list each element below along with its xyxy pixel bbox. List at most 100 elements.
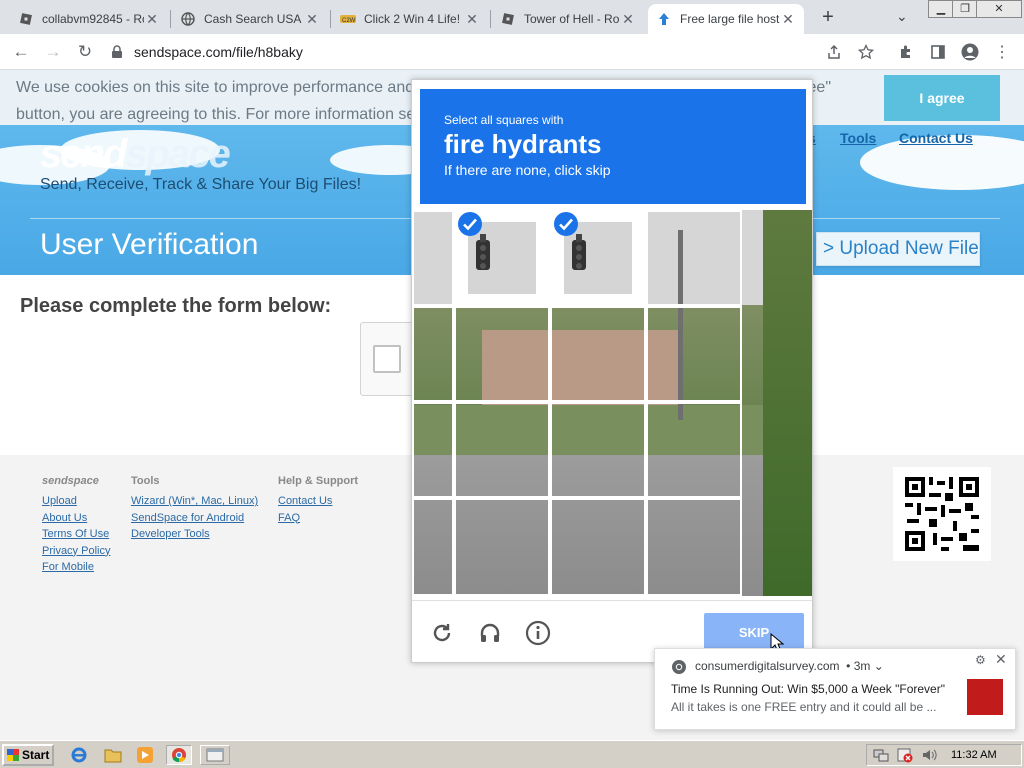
tab-1[interactable]: collabvm92845 - Ro ✕ xyxy=(10,4,168,34)
chevron-down-icon[interactable]: ⌄ xyxy=(874,659,884,673)
footer-link-terms[interactable]: Terms Of Use xyxy=(42,528,110,545)
footer-column-help: Help & Support Contact Us FAQ xyxy=(278,475,358,528)
close-icon[interactable]: ✕ xyxy=(620,11,636,28)
nav-link-tools[interactable]: Tools xyxy=(840,130,876,146)
profile-avatar-icon[interactable] xyxy=(961,43,979,61)
captcha-grid-cell[interactable] xyxy=(412,498,454,596)
footer-link-upload[interactable]: Upload xyxy=(42,495,110,512)
captcha-grid-cell[interactable] xyxy=(412,210,454,306)
notification-body: All it takes is one FREE entry and it co… xyxy=(671,700,937,714)
captcha-image-grid xyxy=(412,210,812,596)
bookmark-star-icon[interactable] xyxy=(857,43,875,61)
i-agree-button[interactable]: I agree xyxy=(884,75,1000,121)
notification-source: consumerdigitalsurvey.com • 3m ⌄ xyxy=(695,659,884,673)
captcha-grid-cell[interactable] xyxy=(454,402,550,498)
refresh-icon[interactable] xyxy=(428,619,456,647)
roblox-icon xyxy=(18,11,34,27)
site-tagline: Send, Receive, Track & Share Your Big Fi… xyxy=(40,176,362,193)
globe-icon xyxy=(180,11,196,27)
minimize-button[interactable]: ▁ xyxy=(928,0,954,18)
footer-heading: sendspace xyxy=(42,475,99,487)
captcha-grid-cell[interactable] xyxy=(454,210,550,306)
extensions-puzzle-icon[interactable] xyxy=(897,43,915,61)
window-taskbar-button[interactable] xyxy=(200,745,230,765)
windows-flag-icon xyxy=(7,749,19,761)
close-window-button[interactable]: ✕ xyxy=(976,0,1022,18)
back-arrow-icon[interactable]: ← xyxy=(10,41,32,63)
start-button[interactable]: Start xyxy=(2,744,54,766)
close-icon[interactable]: ✕ xyxy=(464,11,480,28)
internet-explorer-icon[interactable] xyxy=(68,745,90,765)
selected-checkmark-icon xyxy=(554,212,578,236)
captcha-grid-cell[interactable] xyxy=(412,306,454,402)
share-icon[interactable] xyxy=(825,43,843,61)
tab-separator xyxy=(330,10,331,28)
chevron-down-icon[interactable]: ⌄ xyxy=(896,8,908,25)
tab-4[interactable]: Tower of Hell - Robl ✕ xyxy=(492,4,644,34)
push-notification[interactable]: consumerdigitalsurvey.com • 3m ⌄ ⚙ ✕ Tim… xyxy=(654,648,1016,730)
close-icon[interactable]: ✕ xyxy=(995,651,1007,668)
upload-new-file-button[interactable]: > Upload New File xyxy=(816,232,980,266)
footer-link-developer-tools[interactable]: Developer Tools xyxy=(131,528,258,545)
captcha-grid-cell[interactable] xyxy=(454,306,550,402)
captcha-grid-cell[interactable] xyxy=(550,402,646,498)
footer-link-privacy[interactable]: Privacy Policy xyxy=(42,545,110,562)
roblox-icon xyxy=(500,11,516,27)
sendspace-logo[interactable]: sendspace xyxy=(40,132,231,177)
captcha-instruction: Select all squares with xyxy=(444,113,564,127)
new-tab-button[interactable]: + xyxy=(816,6,840,30)
footer-link-faq[interactable]: FAQ xyxy=(278,512,358,529)
captcha-grid-cell[interactable] xyxy=(550,306,646,402)
restore-button[interactable]: ❐ xyxy=(952,0,978,18)
security-alert-icon[interactable] xyxy=(897,747,913,766)
captcha-grid-cell[interactable] xyxy=(454,498,550,596)
gear-icon[interactable]: ⚙ xyxy=(975,653,986,667)
media-player-icon[interactable] xyxy=(134,745,156,765)
info-icon[interactable] xyxy=(524,619,552,647)
page-title: User Verification xyxy=(40,228,259,261)
captcha-grid-cell[interactable] xyxy=(646,306,742,402)
footer-link-android[interactable]: SendSpace for Android xyxy=(131,512,258,529)
kebab-menu-icon[interactable]: ⋮ xyxy=(993,43,1011,61)
selected-checkmark-icon xyxy=(458,212,482,236)
captcha-grid-cell[interactable] xyxy=(646,498,742,596)
footer-link-contact-us[interactable]: Contact Us xyxy=(278,495,358,512)
footer-link-about-us[interactable]: About Us xyxy=(42,512,110,529)
captcha-grid-cell[interactable] xyxy=(646,210,742,306)
volume-icon[interactable] xyxy=(921,747,937,766)
network-icon[interactable] xyxy=(873,747,889,766)
captcha-prompt: Select all squares with fire hydrants If… xyxy=(420,89,806,204)
notification-title: Time Is Running Out: Win $5,000 a Week "… xyxy=(671,682,945,696)
folder-icon[interactable] xyxy=(102,745,124,765)
close-icon[interactable]: ✕ xyxy=(780,11,796,28)
windows-taskbar: Start 11:32 AM xyxy=(0,740,1024,768)
tab-2[interactable]: Cash Search USA ✕ xyxy=(172,4,328,34)
tab-3[interactable]: C2W Click 2 Win 4 Life! ✕ xyxy=(332,4,488,34)
forward-arrow-icon[interactable]: → xyxy=(42,41,64,63)
captcha-grid-cell[interactable] xyxy=(550,210,646,306)
tab-5-active[interactable]: Free large file hosti ✕ xyxy=(648,4,804,34)
footer-link-mobile[interactable]: For Mobile xyxy=(42,561,110,578)
site-logo-icon: C2W xyxy=(340,11,356,27)
close-icon[interactable]: ✕ xyxy=(144,11,160,28)
tab-title: Free large file hosti xyxy=(680,12,780,26)
address-bar[interactable]: sendspace.com/file/h8baky xyxy=(108,39,888,65)
skip-button[interactable]: SKIP xyxy=(704,613,804,653)
footer-heading: Help & Support xyxy=(278,475,359,487)
side-panel-icon[interactable] xyxy=(929,43,947,61)
captcha-grid-cell[interactable] xyxy=(550,498,646,596)
captcha-grid-cell[interactable] xyxy=(646,402,742,498)
reload-icon[interactable]: ↻ xyxy=(74,41,96,63)
recaptcha-checkbox[interactable] xyxy=(373,345,401,373)
audio-headphones-icon[interactable] xyxy=(476,619,504,647)
chrome-taskbar-button[interactable] xyxy=(166,745,192,765)
tab-separator xyxy=(170,10,171,28)
qr-code xyxy=(893,467,991,561)
captcha-grid-cell[interactable] xyxy=(412,402,454,498)
captcha-hint: If there are none, click skip xyxy=(444,162,611,178)
close-icon[interactable]: ✕ xyxy=(304,11,320,28)
tab-strip: collabvm92845 - Ro ✕ Cash Search USA ✕ C… xyxy=(0,0,1024,34)
notification-site: consumerdigitalsurvey.com xyxy=(695,659,840,673)
footer-link-wizard[interactable]: Wizard (Win*, Mac, Linux) xyxy=(131,495,258,512)
nav-link-contact-us[interactable]: Contact Us xyxy=(899,130,973,146)
